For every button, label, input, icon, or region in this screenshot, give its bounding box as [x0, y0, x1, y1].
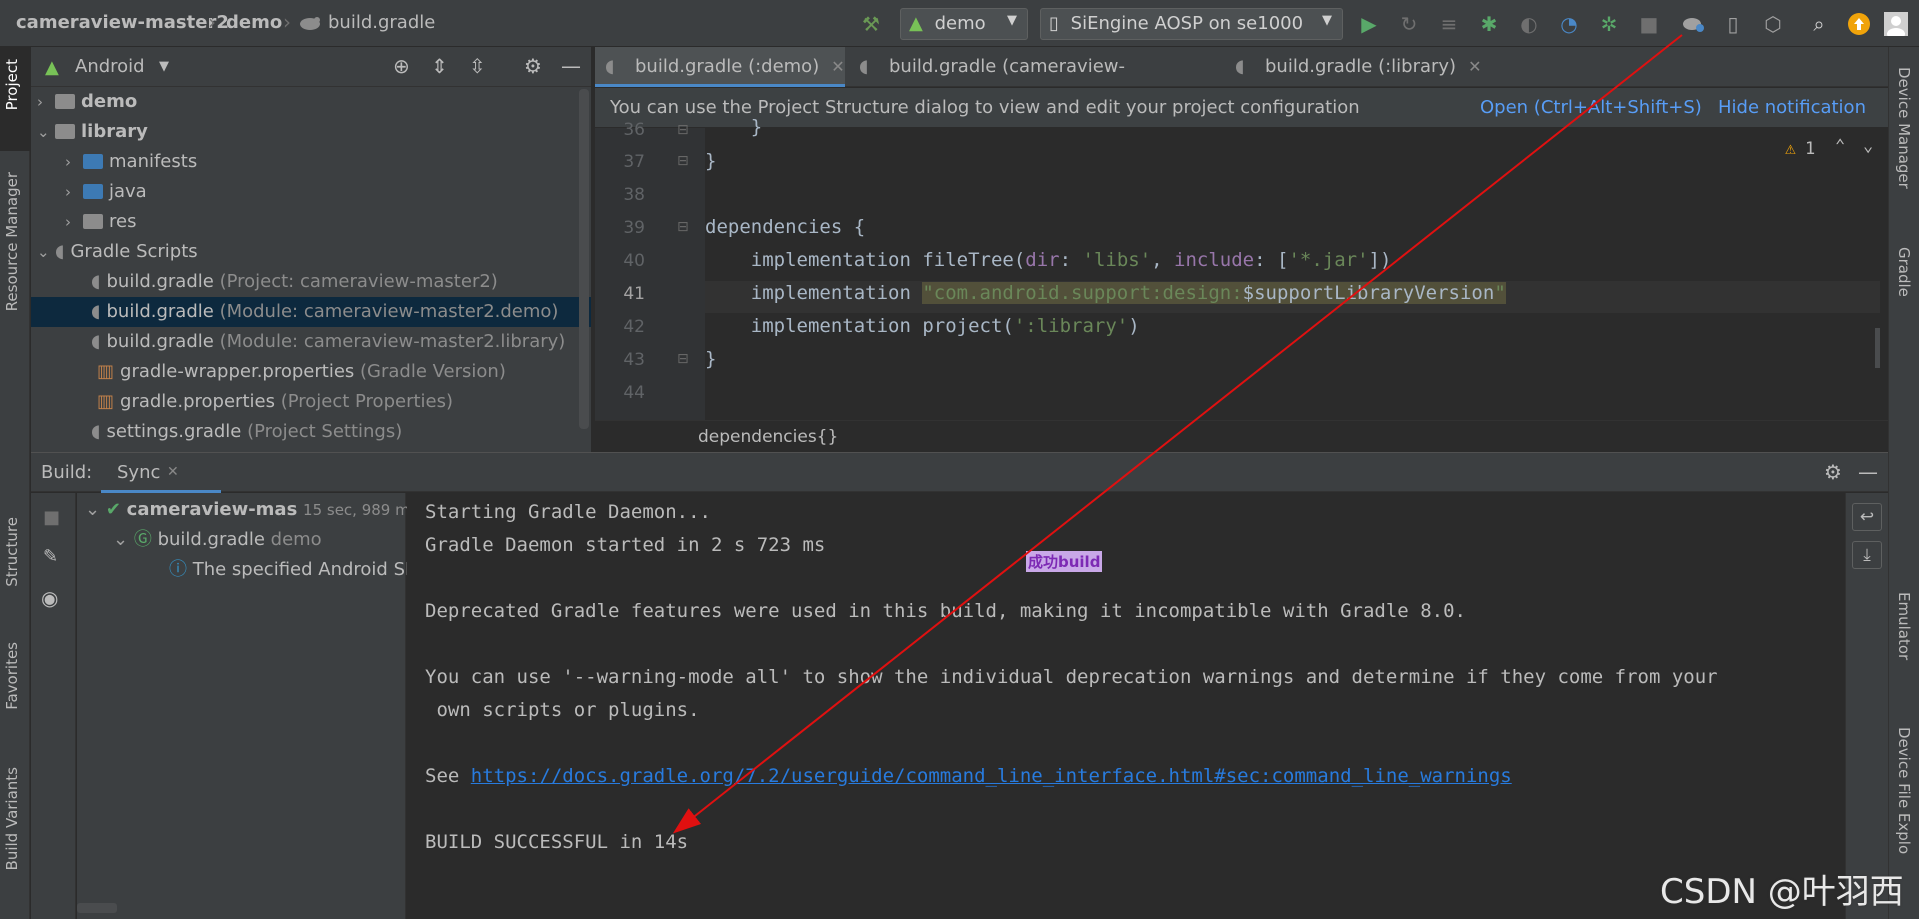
watermark: CSDN @叶羽西: [1660, 872, 1904, 912]
annotation-arrow: [672, 34, 1683, 834]
